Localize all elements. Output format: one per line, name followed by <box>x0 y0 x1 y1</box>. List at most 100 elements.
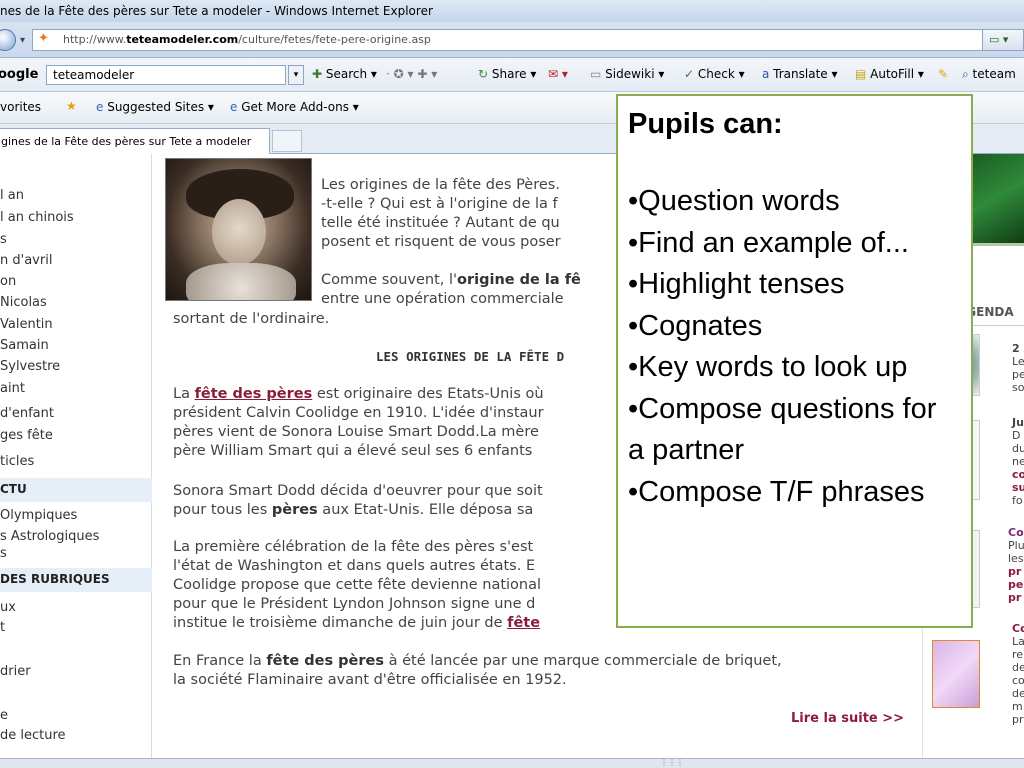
article-text: En France la fête des pères à été lancée… <box>173 653 782 669</box>
article-text: Coolidge propose que cette fête devienne… <box>173 577 542 593</box>
article-text: entre une opération commerciale <box>321 291 564 307</box>
read-more-link[interactable]: Lire la suite >> <box>791 711 904 726</box>
nav-item[interactable]: Samain <box>0 338 49 353</box>
search-button[interactable]: ✚ Search ▾ <box>312 67 377 81</box>
nav-item[interactable]: s <box>0 232 7 247</box>
nav-item[interactable]: drier <box>0 664 31 679</box>
left-nav: l an l an chinois s n d'avril on Nicolas… <box>0 154 152 758</box>
nav-item[interactable]: s <box>0 546 7 561</box>
resize-grip-icon[interactable]: ⋮⋮⋮ <box>660 758 684 767</box>
search-icon: ✚ <box>312 67 326 81</box>
nav-item[interactable]: Valentin <box>0 317 53 332</box>
nav-item[interactable]: Nicolas <box>0 295 47 310</box>
autofill-button[interactable]: ▤ AutoFill ▾ <box>855 67 924 81</box>
get-more-addons-button[interactable]: e Get More Add-ons ▾ <box>230 100 359 114</box>
billiard-ad-image[interactable] <box>965 154 1024 246</box>
tab-active[interactable]: gines de la Fête des pères sur Tete a mo… <box>0 128 270 154</box>
nav-item[interactable]: on <box>0 274 16 289</box>
favorites-button[interactable]: vorites <box>0 100 41 114</box>
ie-addon-icon: e <box>230 100 242 114</box>
agenda-snippet[interactable]: Co Plu les pr pe pr <box>1008 526 1024 604</box>
search-dropdown-button[interactable]: ▾ <box>288 65 304 85</box>
blogger-icon[interactable]: ✉ ▾ <box>548 67 568 81</box>
translate-icon: a <box>762 67 774 81</box>
article-text: institue le troisième dimanche de juin j… <box>173 615 541 631</box>
article-text: posent et risquent de vous poser <box>321 234 561 250</box>
article-text: Sonora Smart Dodd décida d'oeuvrer pour … <box>173 483 543 499</box>
nav-item[interactable]: t <box>0 620 5 635</box>
activity-item: •Highlight tenses <box>628 268 845 300</box>
translate-button[interactable]: a Translate ▾ <box>762 67 838 81</box>
agenda-snippet[interactable]: 2 Le pe so <box>1012 342 1024 394</box>
article-heading: LES ORIGINES DE LA FÊTE D <box>376 349 565 364</box>
nav-item[interactable]: ux <box>0 600 16 615</box>
activity-item: •Find an example of... <box>628 226 909 259</box>
google-search-input[interactable]: teteamodeler <box>46 65 286 85</box>
autofill-icon: ▤ <box>855 67 871 81</box>
highlight-icon[interactable]: ✎ <box>938 67 948 81</box>
article-text: pour tous les pères aux Etat-Unis. Elle … <box>173 502 534 518</box>
nav-item[interactable]: Olympiques <box>0 508 77 523</box>
activity-item: •Question words <box>628 185 840 217</box>
site-favicon-icon: ✦ <box>38 31 49 46</box>
nav-item[interactable]: d'enfant <box>0 406 54 421</box>
article-text: père William Smart qui a élevé seul ses … <box>173 443 533 459</box>
gift-box-thumbnail[interactable] <box>932 640 980 708</box>
nav-item[interactable]: l an <box>0 188 24 203</box>
window-title: nes de la Fête des pères sur Tete a mode… <box>0 4 433 18</box>
article-text: pères vient de Sonora Louise Smart Dodd.… <box>173 424 539 440</box>
activity-item: a partner <box>628 434 745 466</box>
activity-item: •Compose questions for <box>628 392 937 425</box>
nav-item[interactable]: ticles <box>0 454 34 469</box>
ie-icon: e <box>96 100 108 114</box>
slide-title: Pupils can: <box>628 108 783 140</box>
toolbar-icon-group[interactable]: · ✪ ▾ ✚ ▾ <box>386 67 437 81</box>
portrait-photo <box>165 158 312 301</box>
nav-section-rubriques: DES RUBRIQUES <box>0 568 152 592</box>
share-icon: ↻ <box>478 67 492 81</box>
nav-section-actu: CTU <box>0 478 152 502</box>
article-text: La première célébration de la fête des p… <box>173 539 534 555</box>
magnifier-icon: ⌕ <box>962 67 973 81</box>
article-text: Comme souvent, l'origine de la fê <box>321 272 581 288</box>
share-button[interactable]: ↻ Share ▾ <box>478 67 536 81</box>
slide-text-box: Pupils can: •Question words •Find an exa… <box>616 94 973 628</box>
google-toolbar: oogle teteamodeler ▾ ✚ Search ▾ · ✪ ▾ ✚ … <box>0 58 1024 92</box>
nav-item[interactable]: ges fête <box>0 428 53 443</box>
article-text: -t-elle ? Qui est à l'origine de la f <box>321 196 558 212</box>
nav-item[interactable]: Sylvestre <box>0 359 60 374</box>
sidewiki-button[interactable]: ▭ Sidewiki ▾ <box>590 67 664 81</box>
address-bar[interactable]: http://www.teteamodeler.com/culture/fete… <box>32 29 1022 51</box>
activity-list: •Question words •Find an example of... •… <box>628 181 961 513</box>
new-tab-button[interactable] <box>272 130 302 152</box>
history-dropdown-icon[interactable]: ▾ <box>20 35 25 46</box>
activity-item: •Compose T/F phrases <box>628 475 925 508</box>
google-logo: oogle <box>0 67 39 82</box>
fete-des-peres-link[interactable]: fête des pères <box>195 386 313 402</box>
article-text: l'état de Washington et dans quels autre… <box>173 558 536 574</box>
sidewiki-icon: ▭ <box>590 67 606 81</box>
nav-item[interactable]: e <box>0 708 8 723</box>
spellcheck-icon: ✓ <box>684 67 698 81</box>
add-favorite-icon[interactable]: ★ <box>66 99 77 113</box>
article-text: président Calvin Coolidge en 1910. L'idé… <box>173 405 544 421</box>
nav-item[interactable]: aint <box>0 381 25 396</box>
agenda-snippet[interactable]: Co La re de co de m pr <box>1012 622 1024 726</box>
compatibility-button[interactable]: ▭ ▾ <box>982 29 1024 51</box>
article-text: sortant de l'ordinaire. <box>173 311 330 327</box>
nav-item[interactable]: de lecture <box>0 728 66 743</box>
agenda-snippet[interactable]: Ju Ddu ne co su fo <box>1012 416 1024 507</box>
suggested-sites-button[interactable]: e Suggested Sites ▾ <box>96 100 214 114</box>
nav-item[interactable]: n d'avril <box>0 253 52 268</box>
spellcheck-button[interactable]: ✓ Check ▾ <box>684 67 745 81</box>
nav-item[interactable]: s Astrologiques <box>0 529 99 544</box>
article-text: La fête des pères est originaire des Eta… <box>173 386 544 402</box>
url-domain: teteamodeler.com <box>126 33 239 46</box>
article-text: Les origines de la fête des Pères. <box>321 177 560 193</box>
url-path: /culture/fetes/fete-pere-origine.asp <box>238 33 431 46</box>
article-text: telle été instituée ? Autant de qu <box>321 215 560 231</box>
nav-item[interactable]: l an chinois <box>0 210 74 225</box>
toolbar-overflow[interactable]: ⌕ teteam <box>962 67 1016 82</box>
window-title-bar: nes de la Fête des pères sur Tete a mode… <box>0 0 1024 22</box>
fete-link[interactable]: fête <box>507 615 540 631</box>
